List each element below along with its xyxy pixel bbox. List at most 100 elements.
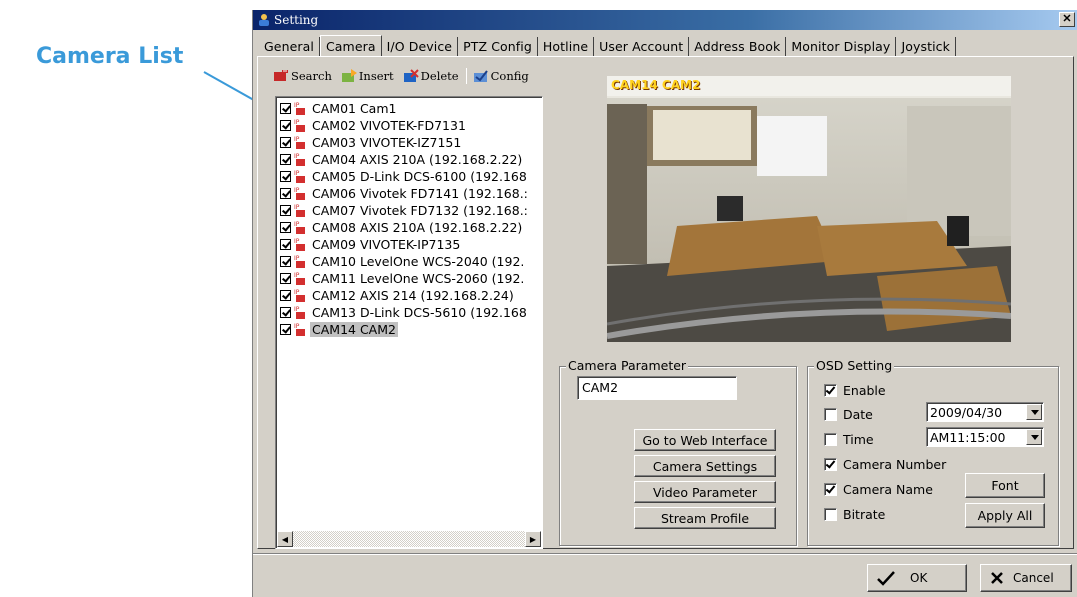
scroll-left-button[interactable]: ◀ xyxy=(277,531,293,547)
svg-text:IP: IP xyxy=(294,289,300,296)
svg-text:IP: IP xyxy=(294,272,300,279)
tab-camera[interactable]: Camera xyxy=(319,35,382,57)
horizontal-scrollbar[interactable]: ◀ ▶ xyxy=(277,531,541,547)
list-item[interactable]: IP CAM10 LevelOne WCS-2040 (192. xyxy=(280,253,526,270)
camera-checkbox[interactable] xyxy=(280,256,291,267)
svg-text:IP: IP xyxy=(294,119,300,126)
osd-setting-group: OSD Setting Enable Date 2009/04/30 Time … xyxy=(807,358,1059,546)
osd-time-checkbox[interactable]: Time xyxy=(824,432,874,447)
camera-settings-button[interactable]: Camera Settings xyxy=(634,455,776,477)
tab-general[interactable]: General xyxy=(259,37,320,56)
stream-profile-button[interactable]: Stream Profile xyxy=(634,507,776,529)
camera-checkbox[interactable] xyxy=(280,188,291,199)
osd-camera-number-checkbox[interactable]: Camera Number xyxy=(824,457,946,472)
ok-button[interactable]: OK xyxy=(867,564,967,592)
list-item[interactable]: IP CAM03 VIVOTEK-IZ7151 xyxy=(280,134,463,151)
list-item[interactable]: IP CAM09 VIVOTEK-IP7135 xyxy=(280,236,462,253)
svg-text:IP: IP xyxy=(294,187,300,194)
tab-ptz-config[interactable]: PTZ Config xyxy=(458,37,538,56)
list-item[interactable]: IP CAM01 Cam1 xyxy=(280,100,398,117)
checkbox[interactable] xyxy=(824,384,837,397)
camera-checkbox[interactable] xyxy=(280,324,291,335)
insert-button[interactable]: Insert xyxy=(341,69,394,83)
checkbox[interactable] xyxy=(824,458,837,471)
ip-camera-icon: IP xyxy=(294,238,305,251)
chevron-down-icon[interactable] xyxy=(1026,404,1042,420)
camera-preview-image xyxy=(607,76,1011,342)
checkbox[interactable] xyxy=(824,433,837,446)
checkbox[interactable] xyxy=(824,408,837,421)
config-button[interactable]: Config xyxy=(473,69,529,83)
tab-monitor-display[interactable]: Monitor Display xyxy=(786,37,897,56)
ip-camera-icon: IP xyxy=(294,272,305,285)
list-item[interactable]: IP CAM11 LevelOne WCS-2060 (192. xyxy=(280,270,526,287)
list-item[interactable]: IP CAM08 AXIS 210A (192.168.2.22) xyxy=(280,219,524,236)
ip-camera-icon: IP xyxy=(294,323,305,336)
ip-camera-icon: IP xyxy=(294,221,305,234)
checkbox[interactable] xyxy=(824,508,837,521)
tab-address-book[interactable]: Address Book xyxy=(689,37,787,56)
camera-checkbox[interactable] xyxy=(280,273,291,284)
list-item[interactable]: IP CAM13 D-Link DCS-5610 (192.168 xyxy=(280,304,529,321)
list-item[interactable]: IP CAM04 AXIS 210A (192.168.2.22) xyxy=(280,151,524,168)
svg-text:IP: IP xyxy=(294,102,300,109)
checkbox[interactable] xyxy=(824,483,837,496)
list-item[interactable]: IP CAM05 D-Link DCS-6100 (192.168 xyxy=(280,168,529,185)
setting-window: Setting ✕ General Camera I/O Device PTZ … xyxy=(252,10,1077,597)
chevron-down-icon[interactable] xyxy=(1026,429,1042,445)
delete-button[interactable]: Delete xyxy=(403,69,459,83)
scroll-track[interactable] xyxy=(293,531,525,547)
camera-checkbox[interactable] xyxy=(280,120,291,131)
ip-camera-icon: IP xyxy=(294,187,305,200)
svg-text:IP: IP xyxy=(294,238,300,245)
go-to-web-interface-button[interactable]: Go to Web Interface xyxy=(634,429,776,451)
camera-parameter-group: Camera Parameter CAM2 Go to Web Interfac… xyxy=(559,358,797,546)
tab-io-device[interactable]: I/O Device xyxy=(382,37,459,56)
camera-checkbox[interactable] xyxy=(280,239,291,250)
svg-text:IP: IP xyxy=(294,255,300,262)
window-title: Setting xyxy=(274,13,319,27)
list-item[interactable]: IP CAM07 Vivotek FD7132 (192.168.: xyxy=(280,202,530,219)
camera-checkbox[interactable] xyxy=(280,290,291,301)
apply-all-button[interactable]: Apply All xyxy=(965,503,1045,528)
list-item[interactable]: IP CAM06 Vivotek FD7141 (192.168.: xyxy=(280,185,530,202)
osd-date-checkbox[interactable]: Date xyxy=(824,407,873,422)
cancel-button[interactable]: Cancel xyxy=(980,564,1072,592)
tab-hotline[interactable]: Hotline xyxy=(538,37,595,56)
list-item[interactable]: IP CAM02 VIVOTEK-FD7131 xyxy=(280,117,468,134)
svg-text:IP: IP xyxy=(294,153,300,160)
camera-list[interactable]: IP CAM01 Cam1 IP CAM02 VIVOTEK-FD7131 IP… xyxy=(275,96,543,549)
list-item[interactable]: IP CAM12 AXIS 214 (192.168.2.24) xyxy=(280,287,516,304)
camera-checkbox[interactable] xyxy=(280,103,291,114)
camera-checkbox[interactable] xyxy=(280,205,291,216)
osd-camera-name-checkbox[interactable]: Camera Name xyxy=(824,482,933,497)
camera-parameter-legend: Camera Parameter xyxy=(566,358,689,373)
date-select[interactable]: 2009/04/30 xyxy=(926,402,1044,422)
camera-checkbox[interactable] xyxy=(280,137,291,148)
ip-camera-icon: IP xyxy=(294,170,305,183)
font-button[interactable]: Font xyxy=(965,473,1045,498)
scroll-right-button[interactable]: ▶ xyxy=(525,531,541,547)
config-icon xyxy=(473,70,488,82)
svg-text:IP: IP xyxy=(294,323,300,330)
ip-camera-icon: IP xyxy=(294,102,305,115)
camera-checkbox[interactable] xyxy=(280,171,291,182)
camera-checkbox[interactable] xyxy=(280,154,291,165)
time-select[interactable]: AM11:15:00 xyxy=(926,427,1044,447)
camera-name-field[interactable]: CAM2 xyxy=(577,376,737,400)
camera-checkbox[interactable] xyxy=(280,222,291,233)
video-parameter-button[interactable]: Video Parameter xyxy=(634,481,776,503)
osd-enable-checkbox[interactable]: Enable xyxy=(824,383,886,398)
title-bar: Setting ✕ xyxy=(253,10,1077,30)
close-button[interactable]: ✕ xyxy=(1059,12,1075,27)
ip-camera-icon: IP xyxy=(294,136,305,149)
tab-joystick[interactable]: Joystick xyxy=(896,37,956,56)
camera-checkbox[interactable] xyxy=(280,307,291,318)
list-item-selected[interactable]: IP CAM14 CAM2 xyxy=(280,321,398,338)
tab-user-account[interactable]: User Account xyxy=(594,37,690,56)
svg-text:IP: IP xyxy=(294,306,300,313)
osd-bitrate-checkbox[interactable]: Bitrate xyxy=(824,507,885,522)
toolbar-divider xyxy=(465,68,467,84)
search-button[interactable]: Search xyxy=(273,69,332,83)
ip-camera-icon: IP xyxy=(294,153,305,166)
